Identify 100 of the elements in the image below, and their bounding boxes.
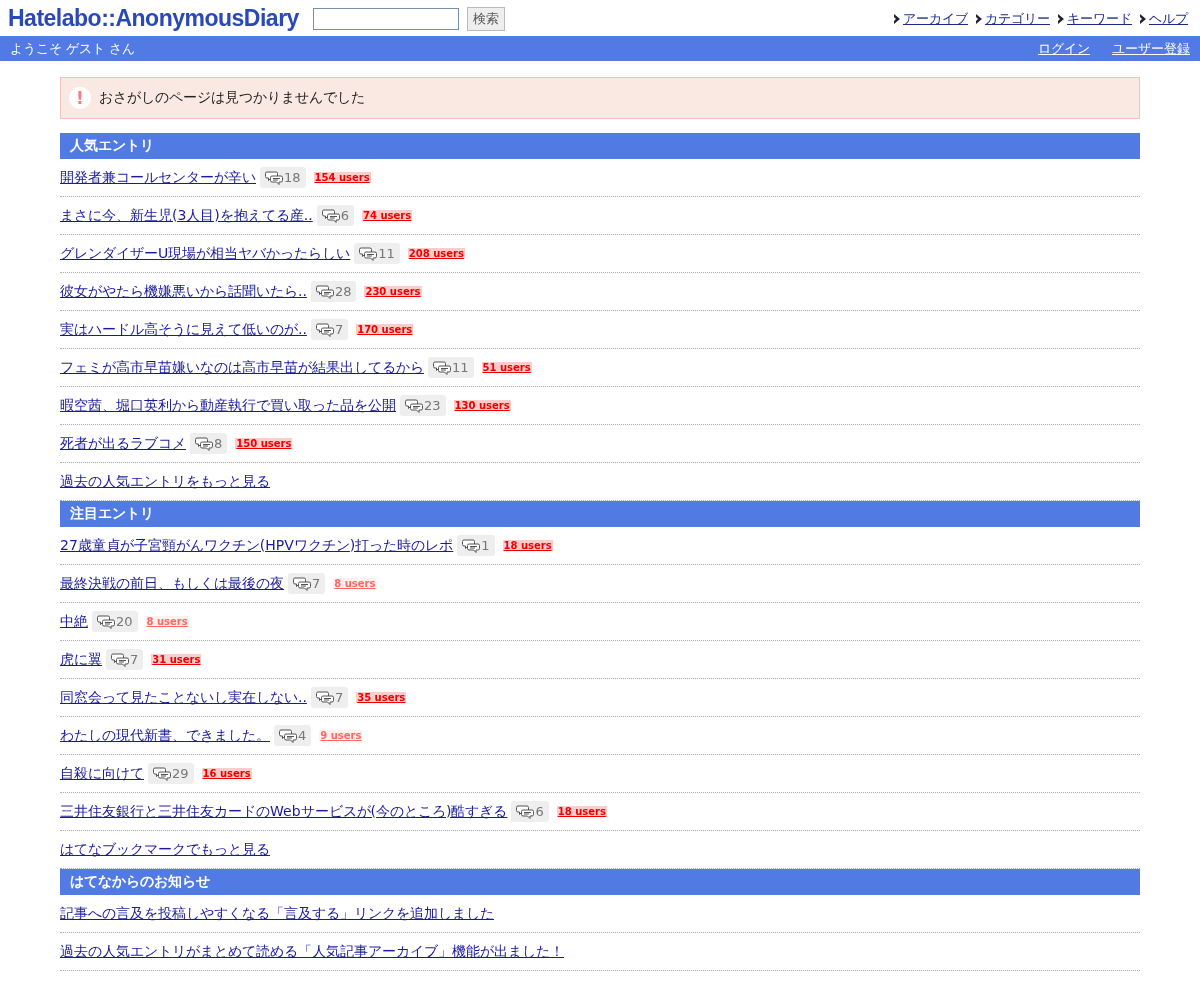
comment-count[interactable]: 4 [274,725,312,746]
entry-link[interactable]: フェミが高市早苗嫌いなのは高市早苗が結果出してるから [60,358,424,377]
comment-icon [293,576,311,591]
comment-icon [433,360,451,375]
comment-number: 28 [334,284,352,299]
nav-link[interactable]: アーカイブ [903,9,968,28]
entry-link[interactable]: 虎に翼 [60,650,102,669]
section-header: 注目エントリ [60,501,1140,527]
bookmark-users[interactable]: 8 users [145,616,189,627]
entry-link[interactable]: 開発者兼コールセンターが辛い [60,168,256,187]
entry-link[interactable]: まさに今、新生児(3人目)を抱えてる産.. [60,206,313,225]
comment-number: 8 [214,436,223,451]
bookmark-users[interactable]: 170 users [356,324,414,335]
search-field[interactable] [312,7,459,30]
alert-icon: ! [69,87,91,109]
entry-link[interactable]: 彼女がやたら機嫌悪いから話聞いたら.. [60,282,307,301]
comment-number: 1 [481,538,490,553]
entry-link[interactable]: わたしの現代新書、できました。 [60,726,270,745]
entry-link[interactable]: 暇空茜、堀口英利から動産執行で買い取った品を公開 [60,396,396,415]
alert-message: おさがしのページは見つかりませんでした [99,89,365,107]
bookmark-users[interactable]: 35 users [356,692,407,703]
comment-count[interactable]: 7 [310,687,349,708]
account-link[interactable]: ユーザー登録 [1112,39,1190,58]
comment-count[interactable]: 11 [428,357,474,378]
comment-number: 11 [452,360,469,375]
nav-link[interactable]: カテゴリー [985,9,1050,28]
comment-number: 6 [340,208,349,223]
comment-number: 18 [284,170,301,185]
entry-link[interactable]: 27歳童貞が子宮頸がんワクチン(HPVワクチン)打った時のレポ [60,536,454,555]
entry-link[interactable]: 三井住友銀行と三井住友カードのWebサービスが(今のところ)酷すぎる [60,802,508,821]
site-logo[interactable]: Hatelabo::AnonymousDiary [8,5,299,32]
bookmark-users[interactable]: 16 users [201,768,252,779]
comment-count[interactable]: 6 [316,205,354,226]
comment-count[interactable]: 8 [190,433,228,454]
entry-link[interactable]: 記事への言及を投稿しやすくなる「言及する」リンクを追加しました [60,904,494,923]
bookmark-users[interactable]: 154 users [313,172,371,183]
comment-icon [97,614,115,629]
comment-count[interactable]: 23 [400,395,446,416]
comment-icon [462,538,481,553]
comment-count[interactable]: 29 [148,763,194,784]
comment-icon [195,436,213,451]
bookmark-users[interactable]: 51 users [481,362,532,373]
more-link[interactable]: 過去の人気エントリをもっと見る [60,472,270,491]
comment-count[interactable]: 28 [310,281,357,302]
comment-number: 29 [172,766,189,781]
comment-icon [315,690,334,705]
comment-count[interactable]: 7 [106,649,144,670]
comment-icon [405,398,423,413]
arrow-icon [976,13,982,24]
comment-count[interactable]: 1 [457,535,495,556]
comment-number: 7 [334,690,344,705]
comment-count[interactable]: 20 [92,611,138,632]
bookmark-users[interactable]: 74 users [362,210,413,221]
comment-number: 7 [312,576,321,591]
comment-icon [321,208,340,223]
entry-link[interactable]: 中絶 [60,612,88,631]
entry-link[interactable]: 死者が出るラブコメ [60,434,186,453]
nav-link[interactable]: ヘルプ [1149,9,1188,28]
arrow-icon [894,13,900,24]
bookmark-users[interactable]: 8 users [333,578,377,589]
entry-link[interactable]: 同窓会って見たことないし実在しない.. [60,688,307,707]
comment-number: 11 [378,246,395,261]
comment-icon [315,322,334,337]
comment-number: 23 [424,398,441,413]
bookmark-users[interactable]: 18 users [502,540,553,551]
comment-count[interactable]: 18 [260,167,306,188]
arrow-icon [1058,13,1064,24]
comment-number: 7 [130,652,139,667]
comment-count[interactable]: 6 [511,801,549,822]
comment-count[interactable]: 7 [288,573,326,594]
comment-number: 7 [334,322,344,337]
arrow-icon [1140,13,1146,24]
bookmark-users[interactable]: 31 users [151,654,202,665]
bookmark-users[interactable]: 208 users [407,248,465,259]
entry-link[interactable]: 過去の人気エントリがまとめて読める「人気記事アーカイブ」機能が出ました！ [60,942,564,961]
entry-link[interactable]: 自殺に向けて [60,764,144,783]
entry-link[interactable]: 実はハードル高そうに見えて低いのが.. [60,320,307,339]
bookmark-users[interactable]: 9 users [319,730,363,741]
comment-icon [315,284,334,299]
comment-icon [359,246,378,261]
comment-count[interactable]: 7 [310,319,349,340]
comment-icon [153,766,171,781]
bookmark-users[interactable]: 230 users [364,286,422,297]
search-button[interactable]: 検索 [466,6,505,31]
welcome-text: ようこそ ゲスト さん [10,39,136,58]
account-link[interactable]: ログイン [1038,39,1090,58]
section-header: 人気エントリ [60,133,1140,159]
comment-number: 4 [298,728,307,743]
comment-count[interactable]: 11 [354,243,400,264]
comment-number: 6 [535,804,544,819]
nav-link[interactable]: キーワード [1067,9,1132,28]
entry-link[interactable]: 最終決戦の前日、もしくは最後の夜 [60,574,284,593]
section-header: はてなからのお知らせ [60,869,1140,895]
comment-icon [111,652,129,667]
entry-link[interactable]: グレンダイザーU現場が相当ヤバかったらしい [60,244,351,263]
comment-icon [516,804,535,819]
bookmark-users[interactable]: 130 users [453,400,511,411]
bookmark-users[interactable]: 150 users [235,438,293,449]
more-link[interactable]: はてなブックマークでもっと見る [60,840,270,859]
bookmark-users[interactable]: 18 users [556,806,607,817]
